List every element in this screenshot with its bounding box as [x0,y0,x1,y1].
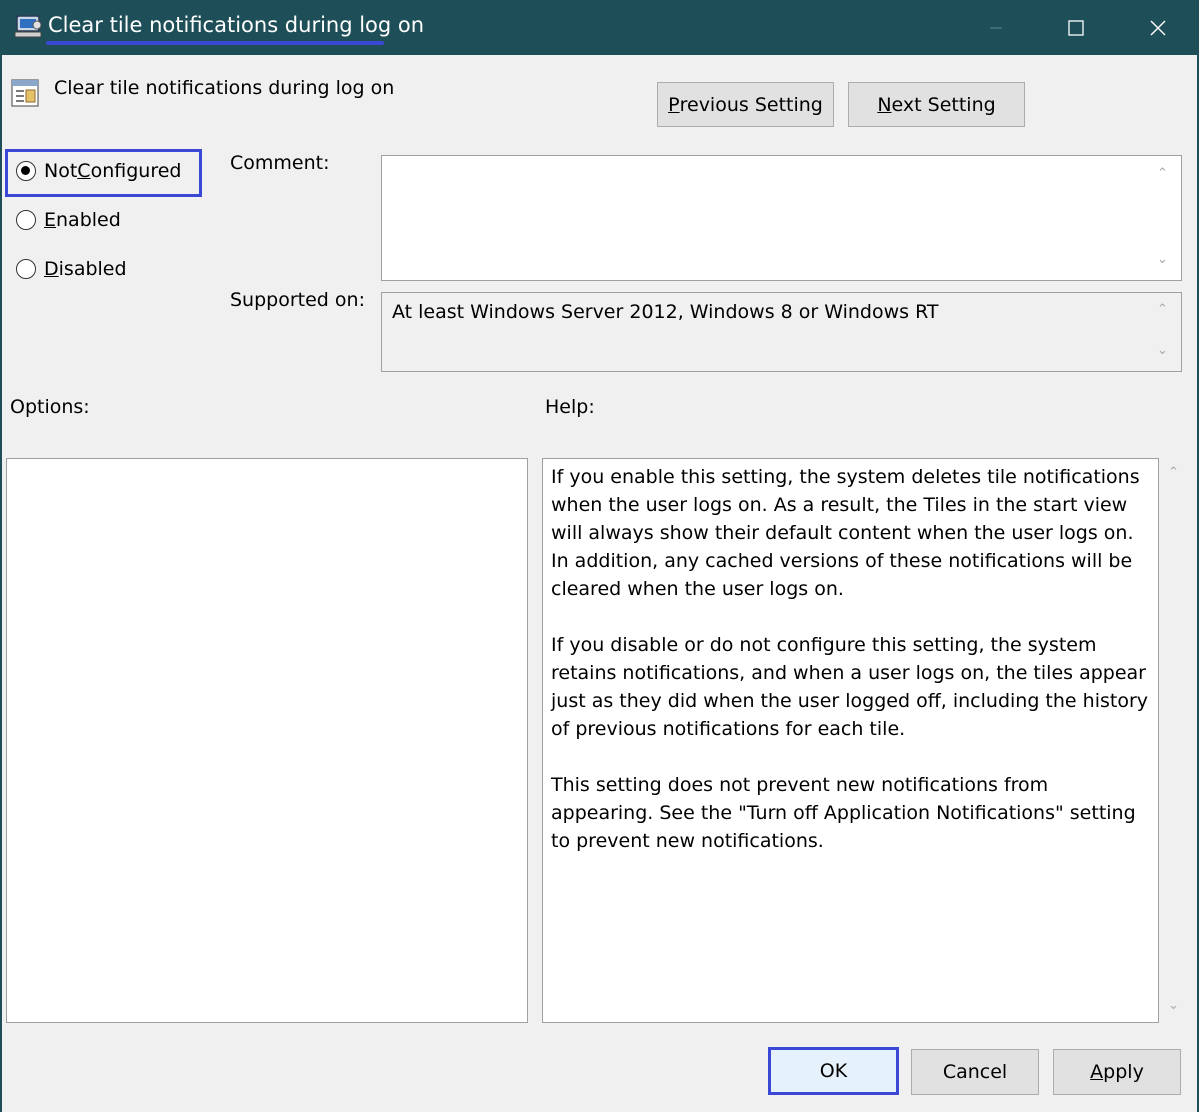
next-setting-label: ext Setting [891,93,996,116]
previous-setting-accelerator: P [668,93,680,116]
radio-label-accelerator: E [44,209,57,231]
radio-not-configured[interactable]: Not Configured [16,160,181,182]
help-scroll-up-icon[interactable]: ⌃ [1168,465,1179,480]
supported-on-label: Supported on: [230,289,365,311]
minimize-button[interactable] [956,0,1036,55]
radio-label-prefix: Not [44,160,78,182]
help-scroll-down-icon[interactable]: ⌄ [1168,998,1179,1013]
help-panel[interactable]: If you enable this setting, the system d… [542,458,1159,1023]
title-bar: Clear tile notifications during log on [0,0,1199,55]
help-paragraph: This setting does not prevent new notifi… [551,774,1136,852]
comment-scroll-up-icon[interactable]: ⌃ [1157,166,1168,181]
radio-label-rest: nabled [56,209,121,231]
maximize-icon [1068,19,1084,36]
radio-label-rest: isabled [58,258,127,280]
help-label: Help: [545,396,595,418]
window-title: Clear tile notifications during log on [48,13,425,37]
radio-button[interactable] [16,259,36,279]
apply-accelerator: A [1090,1061,1104,1083]
close-button[interactable] [1118,0,1198,55]
ok-button[interactable]: OK [768,1047,899,1095]
comment-label: Comment: [230,152,330,174]
policy-setting-icon [11,79,39,107]
radio-disabled[interactable]: Disabled [16,258,127,280]
comment-scroll-down-icon[interactable]: ⌄ [1157,252,1168,267]
radio-label-rest: onfigured [90,160,182,182]
next-setting-button[interactable]: Next Setting [848,82,1025,127]
next-setting-accelerator: N [877,93,892,116]
supported-on-value: At least Windows Server 2012, Windows 8 … [392,301,939,323]
minimize-icon [990,27,1002,28]
radio-label-accelerator: D [44,258,59,280]
supported-scroll-down-icon[interactable]: ⌄ [1157,343,1168,358]
help-paragraph: If you disable or do not configure this … [551,634,1148,740]
maximize-button[interactable] [1036,0,1116,55]
radio-selected-dot [21,166,30,175]
help-text: If you enable this setting, the system d… [551,463,1155,883]
comment-textarea[interactable] [381,155,1182,281]
close-icon [1150,20,1166,35]
group-policy-icon [14,15,42,38]
options-panel [6,458,528,1023]
radio-enabled[interactable]: Enabled [16,209,121,231]
radio-label-accelerator: C [77,160,91,182]
help-paragraph: If you enable this setting, the system d… [551,466,1140,600]
policy-name: Clear tile notifications during log on [54,77,395,99]
radio-button-selected[interactable] [16,161,36,181]
title-highlight-underline [46,41,384,45]
window-border-left [0,55,2,1112]
cancel-button[interactable]: Cancel [911,1049,1039,1095]
options-label: Options: [10,396,90,418]
radio-button[interactable] [16,210,36,230]
previous-setting-button[interactable]: Previous Setting [657,82,834,127]
supported-scroll-up-icon[interactable]: ⌃ [1157,302,1168,317]
supported-on-field: At least Windows Server 2012, Windows 8 … [381,292,1182,372]
apply-button[interactable]: Apply [1053,1049,1181,1095]
apply-label: pply [1103,1061,1144,1083]
previous-setting-label: revious Setting [679,93,823,116]
